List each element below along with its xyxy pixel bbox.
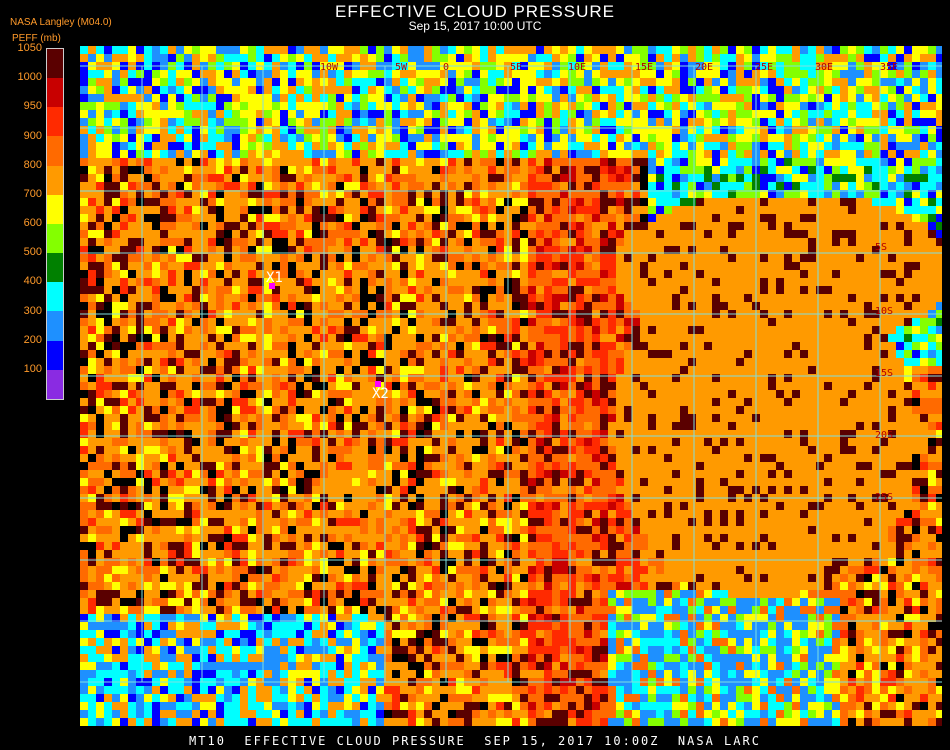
longitude-label: 35E — [880, 62, 898, 73]
latitude-label: 25S — [875, 492, 893, 503]
longitude-label: 30E — [815, 62, 833, 73]
colorbar-swatch — [47, 340, 63, 370]
longitude-label: 20E — [695, 62, 713, 73]
colorbar-tick-label: 400 — [23, 275, 42, 288]
longitude-label: 10W — [320, 62, 339, 73]
latitude-label: 5S — [875, 242, 887, 253]
colorbar-swatch — [47, 107, 63, 137]
colorbar-tick-label: 900 — [23, 129, 42, 142]
colorbar-swatch — [47, 282, 63, 312]
longitude-label: 5W — [395, 62, 408, 73]
colorbar — [46, 48, 64, 400]
colorbar-swatch — [47, 136, 63, 166]
colorbar-tick-label: 300 — [23, 304, 42, 317]
colorbar-swatch — [47, 223, 63, 254]
cloud-pressure-map: 10W 5W 0 5E 10E 15E 20E 25E 30E 35E 5S 10S 15S 20S 25S… — [80, 46, 942, 726]
longitude-label: 25E — [755, 62, 773, 73]
data-source-label: NASA Langley (M04.0) — [10, 17, 112, 28]
colorbar-swatch — [47, 369, 63, 399]
latitude-label: 15S — [875, 368, 893, 379]
colorbar-tick-label: 800 — [23, 158, 42, 171]
colorbar-tick-label: 100 — [23, 362, 42, 375]
colorbar-tick-label: 200 — [23, 333, 42, 346]
colorbar-swatch — [47, 49, 63, 79]
footer-caption: MT10 EFFECTIVE CLOUD PRESSURE SEP 15, 20… — [189, 734, 761, 748]
colorbar-tick-label: 600 — [23, 217, 42, 229]
colorbar-swatch — [47, 253, 63, 283]
colorbar-tick-label: 500 — [23, 246, 42, 259]
colorbar-tick-label: 1000 — [17, 71, 42, 84]
longitude-label: 15E — [635, 62, 653, 73]
colorbar-swatch — [47, 194, 63, 224]
colorbar-tick-label: 950 — [23, 100, 42, 113]
longitude-label: 0 — [443, 62, 449, 73]
map-datetime: Sep 15, 2017 10:00 UTC — [408, 19, 542, 33]
longitude-label: 10E — [568, 62, 586, 73]
colorbar-swatch — [47, 311, 63, 341]
longitude-label: 5E — [510, 62, 522, 73]
colorbar-swatch — [47, 78, 63, 108]
colorbar-tick-label: 1050 — [17, 42, 42, 54]
colorbar-swatch — [47, 165, 63, 195]
marker-label: X2 — [372, 386, 389, 402]
marker-label: X1 — [266, 270, 283, 286]
latitude-label: 10S — [875, 306, 893, 317]
colorbar-tick-label: 700 — [23, 187, 42, 200]
latitude-label: 20S — [875, 430, 893, 441]
